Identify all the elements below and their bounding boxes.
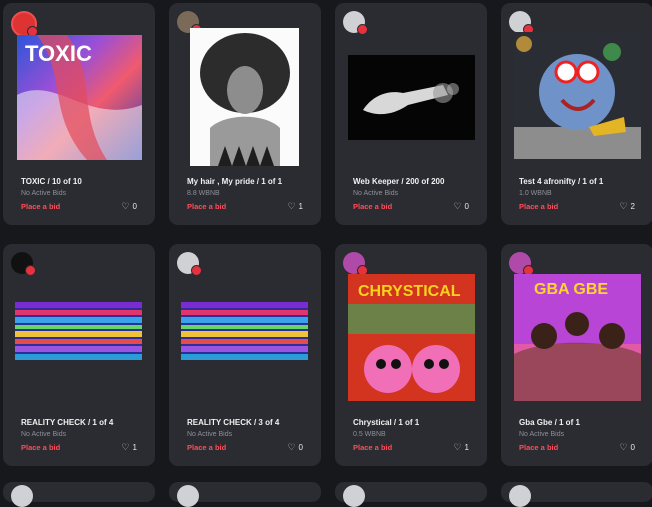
like-button[interactable]: ♡ 2 (619, 201, 635, 212)
creator-avatar[interactable] (11, 11, 38, 37)
nft-card-partial[interactable] (169, 482, 321, 507)
nft-title[interactable]: My hair , My pride / 1 of 1 (187, 177, 282, 186)
nft-price: No Active Bids (21, 431, 67, 438)
like-button[interactable]: ♡ 1 (121, 442, 137, 453)
nft-price: 1.0 WBNB (519, 190, 552, 197)
nft-title[interactable]: REALITY CHECK / 1 of 4 (21, 418, 113, 427)
nft-title[interactable]: REALITY CHECK / 3 of 4 (187, 418, 279, 427)
like-button[interactable]: ♡ 1 (453, 442, 469, 453)
verified-check-icon (191, 265, 202, 276)
creator-avatar[interactable] (177, 252, 202, 276)
nft-card[interactable]: TOXIC TOXIC / 10 of 10 No Active Bids Pl… (3, 3, 155, 225)
art-title-text: CHRYSTICAL (358, 283, 461, 300)
heart-icon: ♡ (121, 201, 130, 211)
heart-icon: ♡ (287, 201, 296, 211)
place-bid-button[interactable]: Place a bid (519, 202, 558, 211)
nft-image[interactable] (15, 302, 142, 360)
nft-card[interactable]: GBA GBE Gba Gbe / 1 of 1 No Active Bids … (501, 244, 652, 466)
verified-check-icon (25, 265, 36, 276)
creator-avatar[interactable] (509, 485, 531, 507)
nft-card[interactable]: Web Keeper / 200 of 200 No Active Bids P… (335, 3, 487, 225)
like-count: 0 (132, 202, 137, 211)
nft-image[interactable] (514, 32, 641, 159)
place-bid-button[interactable]: Place a bid (21, 443, 60, 452)
nft-card[interactable]: REALITY CHECK / 3 of 4 No Active Bids Pl… (169, 244, 321, 466)
nft-price: No Active Bids (353, 190, 399, 197)
like-count: 0 (464, 202, 469, 211)
creator-avatar[interactable] (509, 11, 534, 35)
like-button[interactable]: ♡ 0 (453, 201, 469, 212)
nft-title[interactable]: Test 4 afronifty / 1 of 1 (519, 177, 603, 186)
like-button[interactable]: ♡ 1 (287, 201, 303, 212)
nft-price: No Active Bids (21, 190, 67, 197)
creator-avatar[interactable] (343, 11, 368, 35)
nft-title[interactable]: Chrystical / 1 of 1 (353, 418, 419, 427)
nft-title[interactable]: Web Keeper / 200 of 200 (353, 177, 444, 186)
nft-price: No Active Bids (187, 431, 233, 438)
like-count: 0 (630, 443, 635, 452)
creator-avatar[interactable] (11, 485, 33, 507)
like-count: 1 (132, 443, 137, 452)
creator-avatar[interactable] (11, 252, 36, 276)
creator-avatar[interactable] (509, 252, 534, 276)
nft-card[interactable]: CHRYSTICAL Chrystical / 1 of 1 0.5 WBNB … (335, 244, 487, 466)
nft-image[interactable] (190, 28, 299, 166)
like-button[interactable]: ♡ 0 (619, 442, 635, 453)
nft-price: 0.5 WBNB (353, 431, 386, 438)
nft-image[interactable]: CHRYSTICAL (348, 274, 475, 401)
like-count: 0 (298, 443, 303, 452)
heart-icon: ♡ (453, 201, 462, 211)
heart-icon: ♡ (287, 442, 296, 452)
place-bid-button[interactable]: Place a bid (353, 202, 392, 211)
nft-image[interactable] (181, 302, 308, 360)
nft-image[interactable]: TOXIC (17, 35, 142, 160)
nft-image[interactable] (348, 55, 475, 140)
like-count: 2 (630, 202, 635, 211)
creator-avatar[interactable] (343, 485, 365, 507)
nft-title[interactable]: TOXIC / 10 of 10 (21, 177, 82, 186)
place-bid-button[interactable]: Place a bid (187, 443, 226, 452)
like-button[interactable]: ♡ 0 (287, 442, 303, 453)
art-title-text: GBA GBE (534, 281, 608, 298)
nft-image[interactable]: GBA GBE (514, 274, 641, 401)
heart-icon: ♡ (619, 442, 628, 452)
heart-icon: ♡ (121, 442, 130, 452)
place-bid-button[interactable]: Place a bid (353, 443, 392, 452)
nft-title[interactable]: Gba Gbe / 1 of 1 (519, 418, 580, 427)
heart-icon: ♡ (453, 442, 462, 452)
creator-avatar[interactable] (343, 252, 368, 276)
nft-card[interactable]: REALITY CHECK / 1 of 4 No Active Bids Pl… (3, 244, 155, 466)
nft-card-partial[interactable] (335, 482, 487, 507)
place-bid-button[interactable]: Place a bid (519, 443, 558, 452)
art-title-text: TOXIC (25, 41, 92, 66)
nft-price: No Active Bids (519, 431, 565, 438)
like-count: 1 (464, 443, 469, 452)
nft-card[interactable]: My hair , My pride / 1 of 1 8.8 WBNB Pla… (169, 3, 321, 225)
nft-grid: TOXIC TOXIC / 10 of 10 No Active Bids Pl… (0, 0, 652, 507)
nft-card-partial[interactable] (501, 482, 652, 507)
creator-avatar[interactable] (177, 485, 199, 507)
nft-card-partial[interactable] (3, 482, 155, 507)
place-bid-button[interactable]: Place a bid (187, 202, 226, 211)
like-count: 1 (298, 202, 303, 211)
place-bid-button[interactable]: Place a bid (21, 202, 60, 211)
nft-card[interactable]: Test 4 afronifty / 1 of 1 1.0 WBNB Place… (501, 3, 652, 225)
verified-check-icon (357, 24, 368, 35)
heart-icon: ♡ (619, 201, 628, 211)
nft-price: 8.8 WBNB (187, 190, 220, 197)
like-button[interactable]: ♡ 0 (121, 201, 137, 212)
